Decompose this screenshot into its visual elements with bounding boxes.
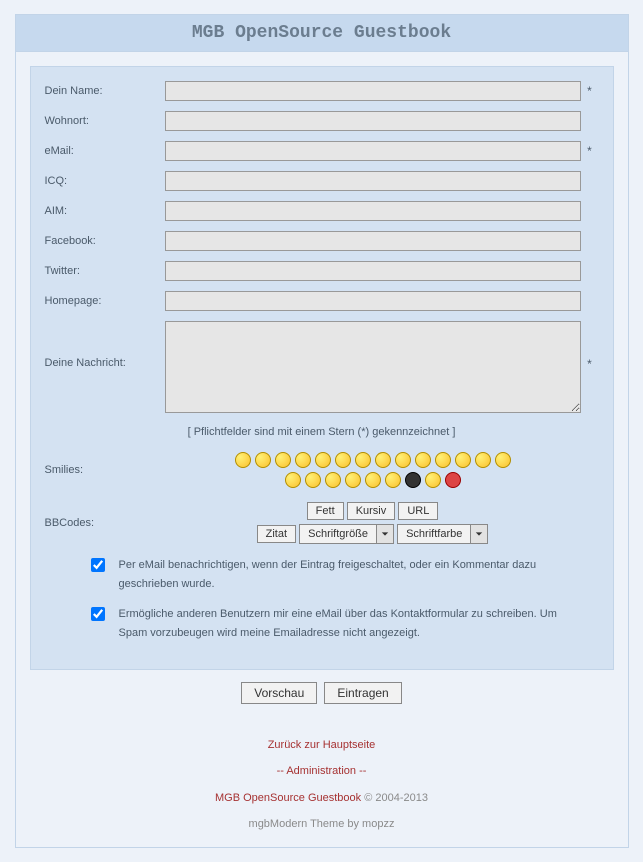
- label-twitter: Twitter:: [45, 265, 165, 277]
- submit-button[interactable]: Eintragen: [324, 682, 401, 704]
- smiley-surprised-icon[interactable]: [345, 472, 361, 488]
- page-title: MGB OpenSource Guestbook: [16, 15, 628, 52]
- smiley-laugh-icon[interactable]: [275, 452, 291, 468]
- smiley-neutral-icon[interactable]: [395, 452, 411, 468]
- req-email: *: [581, 144, 599, 158]
- row-bbcodes: BBCodes: Fett Kursiv URL Zitat Schriftgr…: [45, 502, 599, 544]
- smiley-question-icon[interactable]: [445, 472, 461, 488]
- req-name: *: [581, 84, 599, 98]
- smiley-sick-icon[interactable]: [305, 472, 321, 488]
- label-homepage: Homepage:: [45, 295, 165, 307]
- label-facebook: Facebook:: [45, 235, 165, 247]
- required-note: [ Pflichtfelder sind mit einem Stern (*)…: [45, 426, 599, 438]
- row-email: eMail: *: [45, 141, 599, 161]
- smiley-angry-icon[interactable]: [495, 452, 511, 468]
- contact-row: Ermögliche anderen Benutzern mir eine eM…: [65, 605, 579, 642]
- twitter-field[interactable]: [165, 261, 581, 281]
- smiley-sad-icon[interactable]: [435, 452, 451, 468]
- icq-field[interactable]: [165, 171, 581, 191]
- smilies-grid: [233, 452, 513, 488]
- label-email: eMail:: [45, 145, 165, 157]
- smiley-rolleyes-icon[interactable]: [415, 452, 431, 468]
- row-icq: ICQ:: [45, 171, 599, 191]
- wohnort-field[interactable]: [165, 111, 581, 131]
- back-link[interactable]: Zurück zur Hauptseite: [268, 739, 376, 751]
- theme-credit: mgbModern Theme by mopzz: [16, 811, 628, 837]
- smiley-idea-icon[interactable]: [425, 472, 441, 488]
- facebook-field[interactable]: [165, 231, 581, 251]
- label-message: Deine Nachricht:: [45, 321, 165, 369]
- row-wohnort: Wohnort:: [45, 111, 599, 131]
- label-name: Dein Name:: [45, 85, 165, 97]
- row-homepage: Homepage:: [45, 291, 599, 311]
- smiley-cry-icon[interactable]: [285, 472, 301, 488]
- bbcode-color-label: Schriftfarbe: [398, 525, 471, 543]
- bbcode-kursiv-button[interactable]: Kursiv: [347, 502, 396, 520]
- smiley-confused-icon[interactable]: [455, 452, 471, 468]
- bbcode-url-button[interactable]: URL: [398, 502, 438, 520]
- label-wohnort: Wohnort:: [45, 115, 165, 127]
- label-bbcodes: BBCodes:: [45, 517, 165, 529]
- notify-checkbox[interactable]: [91, 558, 105, 572]
- row-facebook: Facebook:: [45, 231, 599, 251]
- bbcode-zitat-button[interactable]: Zitat: [257, 525, 296, 543]
- contact-checkbox[interactable]: [91, 607, 105, 621]
- label-icq: ICQ:: [45, 175, 165, 187]
- bbcode-size-select[interactable]: Schriftgröße: [299, 524, 394, 544]
- contact-text: Ermögliche anderen Benutzern mir eine eM…: [119, 605, 579, 642]
- guestbook-panel: MGB OpenSource Guestbook Dein Name: * Wo…: [15, 14, 629, 848]
- smiley-wink-icon[interactable]: [355, 452, 371, 468]
- smiley-devil-icon[interactable]: [385, 472, 401, 488]
- footer: Zurück zur Hauptseite -- Administration …: [16, 708, 628, 848]
- aim-field[interactable]: [165, 201, 581, 221]
- sep-right: --: [359, 765, 366, 777]
- row-name: Dein Name: *: [45, 81, 599, 101]
- row-twitter: Twitter:: [45, 261, 599, 281]
- smiley-frown-icon[interactable]: [475, 452, 491, 468]
- smiley-shocked-icon[interactable]: [365, 472, 381, 488]
- smiley-biggrin-icon[interactable]: [295, 452, 311, 468]
- label-aim: AIM:: [45, 205, 165, 217]
- label-smilies: Smilies:: [45, 464, 165, 476]
- notify-row: Per eMail benachrichtigen, wenn der Eint…: [65, 556, 579, 593]
- submit-row: Vorschau Eintragen: [16, 670, 628, 708]
- name-field[interactable]: [165, 81, 581, 101]
- smiley-tongue-icon[interactable]: [375, 452, 391, 468]
- admin-link[interactable]: Administration: [286, 765, 356, 777]
- smiley-arrow-icon[interactable]: [405, 472, 421, 488]
- row-smilies: Smilies:: [45, 452, 599, 488]
- chevron-down-icon[interactable]: [471, 525, 487, 543]
- email-field[interactable]: [165, 141, 581, 161]
- smiley-happy-icon[interactable]: [335, 452, 351, 468]
- bbcode-size-label: Schriftgröße: [300, 525, 377, 543]
- req-message: *: [581, 321, 599, 371]
- preview-button[interactable]: Vorschau: [241, 682, 317, 704]
- smiley-grin-icon[interactable]: [235, 452, 251, 468]
- row-aim: AIM:: [45, 201, 599, 221]
- bbcode-fett-button[interactable]: Fett: [307, 502, 344, 520]
- copyright: © 2004-2013: [361, 792, 428, 804]
- smiley-smile-icon[interactable]: [255, 452, 271, 468]
- bbcode-color-select[interactable]: Schriftfarbe: [397, 524, 488, 544]
- chevron-down-icon[interactable]: [377, 525, 393, 543]
- sep-left: --: [277, 765, 284, 777]
- message-field[interactable]: [165, 321, 581, 413]
- form-area: Dein Name: * Wohnort: eMail: * ICQ: AIM:…: [30, 66, 614, 670]
- bbcode-controls: Fett Kursiv URL Zitat Schriftgröße Schri…: [165, 502, 581, 544]
- row-message: Deine Nachricht: *: [45, 321, 599, 416]
- smiley-sleepy-icon[interactable]: [325, 472, 341, 488]
- smiley-cool-icon[interactable]: [315, 452, 331, 468]
- homepage-field[interactable]: [165, 291, 581, 311]
- notify-text: Per eMail benachrichtigen, wenn der Eint…: [119, 556, 579, 593]
- brand-link[interactable]: MGB OpenSource Guestbook: [215, 792, 361, 804]
